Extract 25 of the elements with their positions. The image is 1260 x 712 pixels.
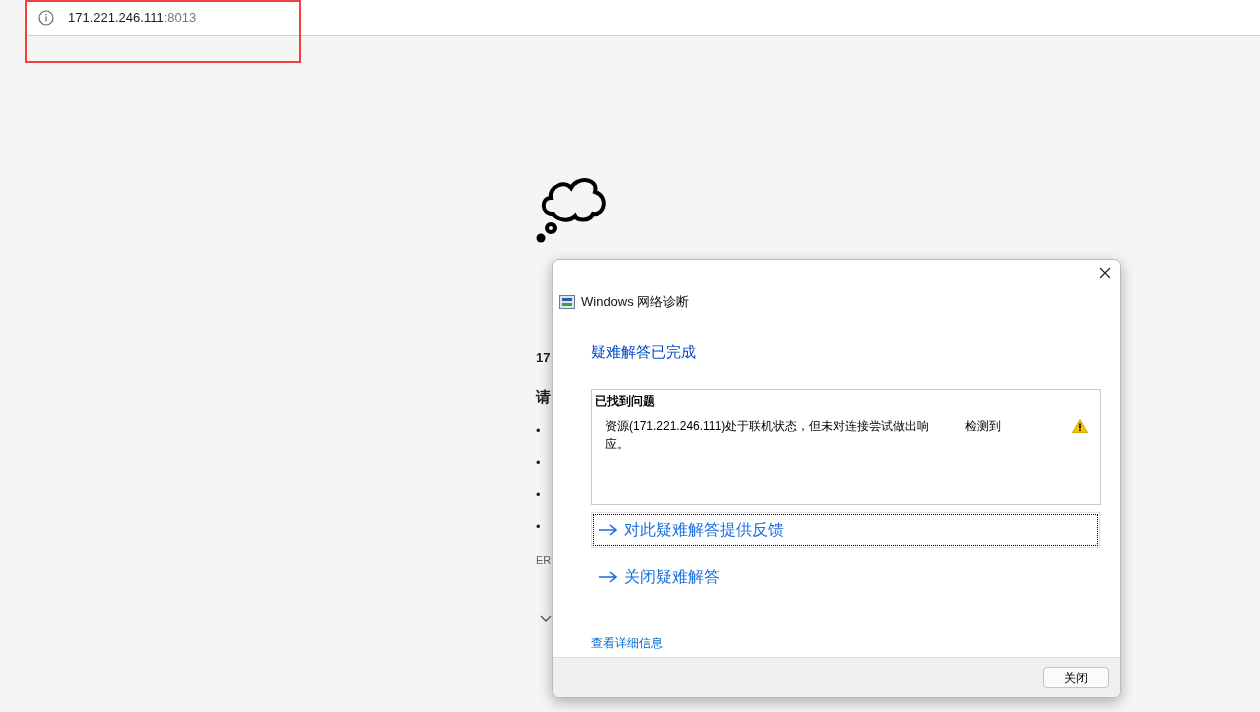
network-diagnostics-icon xyxy=(559,294,575,309)
bullet-mark: • xyxy=(536,518,541,536)
details-link[interactable]: 查看详细信息 xyxy=(591,634,663,652)
action-link[interactable]: 对此疑难解答提供反馈 xyxy=(593,514,1098,546)
action-link[interactable]: 关闭疑难解答 xyxy=(593,561,721,593)
dialog-heading: 疑难解答已完成 xyxy=(591,341,696,362)
arrow-right-icon xyxy=(598,524,618,536)
window-title: Windows 网络诊断 xyxy=(581,293,690,311)
arrow-right-icon xyxy=(598,571,618,583)
bullet-mark: • xyxy=(536,454,541,472)
close-button[interactable]: 关闭 xyxy=(1043,667,1109,688)
error-text: 请 xyxy=(536,386,552,407)
panel-title: 已找到问题 xyxy=(595,393,655,410)
bullet-mark: • xyxy=(536,422,541,440)
url-text: 171.221.246.111:8013 xyxy=(68,8,197,27)
problem-status: 检测到 xyxy=(965,418,1001,435)
warning-icon xyxy=(1072,419,1088,433)
bullet-mark: • xyxy=(536,486,541,504)
error-text: 17 xyxy=(536,349,552,367)
error-code: ER xyxy=(536,553,552,568)
close-icon[interactable] xyxy=(1098,266,1112,280)
chevron-down-icon[interactable] xyxy=(540,614,552,623)
address-bar[interactable]: 171.221.246.111:8013 xyxy=(24,0,1260,36)
problem-description: 资源(171.221.246.111)处于联机状态，但未对连接尝试做出响应。 xyxy=(605,418,931,453)
info-icon[interactable] xyxy=(38,9,54,26)
